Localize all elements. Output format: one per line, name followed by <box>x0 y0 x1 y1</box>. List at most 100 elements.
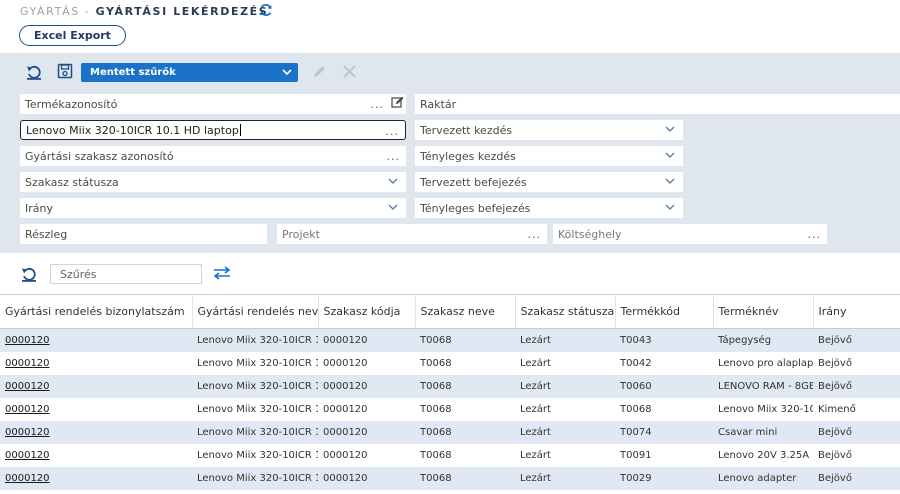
results-table: Gyártási rendelés bizonylatszám Gyártási… <box>0 294 900 490</box>
column-header[interactable]: Irány <box>813 294 900 329</box>
chevron-down-icon <box>282 69 292 76</box>
saved-filters-label: Mentett szűrők <box>90 67 176 78</box>
chevron-down-icon <box>665 126 675 132</box>
table-cell: Csavar mini <box>713 421 813 444</box>
order-number-link[interactable]: 0000120 <box>0 421 192 444</box>
table-cell: T0068 <box>415 328 515 352</box>
table-row[interactable]: 0000120 Lenovo Miix 320-10ICR 10.1 HD la… <box>0 421 900 444</box>
product-value-input[interactable]: Lenovo Miix 320-10ICR 10.1 HD laptop ... <box>20 120 406 140</box>
table-cell: 0000120 <box>318 375 415 398</box>
product-id-label: Termékazonosító <box>25 97 118 111</box>
stage-id-lookup[interactable]: ... <box>387 150 401 163</box>
cost-center-label: Költséghely <box>558 227 622 241</box>
table-cell: Lenovo Miix 320-10ICR 10.1 HD laptop <box>192 444 318 467</box>
table-cell: T0042 <box>615 352 713 375</box>
pencil-icon[interactable] <box>311 64 327 80</box>
table-cell: Lenovo Miix 320-10ICR <box>713 398 813 421</box>
table-cell: Lenovo Miix 320-10ICR 10.1 HD laptop <box>192 352 318 375</box>
chevron-down-icon <box>665 204 675 210</box>
table-cell: Kimenő <box>813 398 900 421</box>
stage-id-field[interactable]: Gyártási szakasz azonosító ... <box>20 146 406 166</box>
project-field[interactable]: Projekt ... <box>277 224 547 244</box>
table-header-row: Gyártási rendelés bizonylatszám Gyártási… <box>0 294 900 329</box>
table-cell: Lenovo adapter <box>713 467 813 490</box>
table-cell: 0000120 <box>318 398 415 421</box>
column-header[interactable]: Gyártási rendelés neve <box>192 294 319 329</box>
cost-center-lookup[interactable]: ... <box>808 228 822 241</box>
table-row[interactable]: 0000120 Lenovo Miix 320-10ICR 10.1 HD la… <box>0 467 900 490</box>
breadcrumb-parent[interactable]: GYÁRTÁS <box>20 5 80 18</box>
breadcrumb: GYÁRTÁS - GYÁRTÁSI LEKÉRDEZÉS <box>20 5 268 18</box>
reset-search-icon[interactable] <box>21 266 37 282</box>
table-row[interactable]: 0000120 Lenovo Miix 320-10ICR 10.1 HD la… <box>0 352 900 375</box>
table-cell: T0068 <box>415 467 515 490</box>
table-row[interactable]: 0000120 Lenovo Miix 320-10ICR 10.1 HD la… <box>0 444 900 467</box>
reset-filter-icon[interactable] <box>26 64 42 80</box>
table-cell: Lenovo pro alaplap <box>713 352 813 375</box>
table-cell: Lezárt <box>515 467 615 490</box>
order-number-link[interactable]: 0000120 <box>0 444 192 467</box>
column-header[interactable]: Gyártási rendelés bizonylatszám <box>0 294 193 329</box>
column-header[interactable]: Terméknév <box>713 294 814 329</box>
page-title: GYÁRTÁSI LEKÉRDEZÉS <box>95 5 269 18</box>
table-row[interactable]: 0000120 Lenovo Miix 320-10ICR 10.1 HD la… <box>0 398 900 421</box>
table-cell: 0000120 <box>318 352 415 375</box>
table-cell: Lenovo Miix 320-10ICR 10.1 HD laptop <box>192 467 318 490</box>
column-header[interactable]: Szakasz kódja <box>318 294 416 329</box>
actual-end-select[interactable]: Tényleges befejezés <box>415 198 683 218</box>
department-field[interactable]: Részleg <box>20 224 267 244</box>
planned-start-select[interactable]: Tervezett kezdés <box>415 120 683 140</box>
stage-status-select[interactable]: Szakasz státusza <box>20 172 406 192</box>
actual-start-label: Tényleges kezdés <box>420 149 516 163</box>
edit-icon[interactable] <box>391 96 404 109</box>
table-cell: Lezárt <box>515 352 615 375</box>
direction-label: Irány <box>25 201 53 215</box>
department-label: Részleg <box>25 227 68 241</box>
search-input[interactable]: Szűrés <box>50 264 202 284</box>
table-row[interactable]: 0000120 Lenovo Miix 320-10ICR 10.1 HD la… <box>0 328 900 352</box>
column-header[interactable]: Szakasz státusza <box>515 294 616 329</box>
table-row[interactable]: 0000120 Lenovo Miix 320-10ICR 10.1 HD la… <box>0 375 900 398</box>
planned-end-select[interactable]: Tervezett befejezés <box>415 172 683 192</box>
chevron-down-icon <box>665 152 675 158</box>
table-cell: 0000120 <box>318 421 415 444</box>
actual-end-label: Tényleges befejezés <box>420 201 531 215</box>
column-header[interactable]: Szakasz neve <box>415 294 516 329</box>
table-cell: T0068 <box>415 398 515 421</box>
cost-center-field[interactable]: Költséghely ... <box>553 224 827 244</box>
product-id-lookup[interactable]: ... <box>371 98 385 111</box>
chevron-down-icon <box>665 178 675 184</box>
close-icon[interactable] <box>342 64 357 79</box>
table-cell: Lenovo Miix 320-10ICR 10.1 HD laptop <box>192 375 318 398</box>
stage-id-label: Gyártási szakasz azonosító <box>25 149 174 163</box>
product-value-lookup[interactable]: ... <box>386 125 400 138</box>
refresh-icon[interactable] <box>259 3 273 17</box>
order-number-link[interactable]: 0000120 <box>0 467 192 490</box>
order-number-link[interactable]: 0000120 <box>0 398 192 421</box>
chevron-down-icon <box>388 178 398 184</box>
project-lookup[interactable]: ... <box>528 228 542 241</box>
order-number-link[interactable]: 0000120 <box>0 328 192 352</box>
warehouse-label: Raktár <box>420 97 457 111</box>
direction-select[interactable]: Irány <box>20 198 406 218</box>
product-value-text: Lenovo Miix 320-10ICR 10.1 HD laptop <box>26 123 239 137</box>
saved-filters-select[interactable]: Mentett szűrők <box>81 63 298 82</box>
order-number-link[interactable]: 0000120 <box>0 375 192 398</box>
swap-icon[interactable] <box>213 266 231 280</box>
table-cell: Lenovo 20V 3.25A 65W <box>713 444 813 467</box>
table-cell: Bejövő <box>813 444 900 467</box>
table-cell: T0068 <box>415 375 515 398</box>
planned-start-label: Tervezett kezdés <box>420 123 513 137</box>
table-cell: 0000120 <box>318 467 415 490</box>
table-cell: Lezárt <box>515 328 615 352</box>
save-icon[interactable] <box>57 63 73 79</box>
table-cell: T0068 <box>415 444 515 467</box>
table-cell: Bejövő <box>813 421 900 444</box>
warehouse-field[interactable]: Raktár <box>415 94 900 114</box>
product-id-field[interactable]: Termékazonosító ... <box>20 94 406 114</box>
order-number-link[interactable]: 0000120 <box>0 352 192 375</box>
column-header[interactable]: Termékkód <box>615 294 714 329</box>
table-cell: T0029 <box>615 467 713 490</box>
excel-export-button[interactable]: Excel Export <box>19 25 126 46</box>
actual-start-select[interactable]: Tényleges kezdés <box>415 146 683 166</box>
